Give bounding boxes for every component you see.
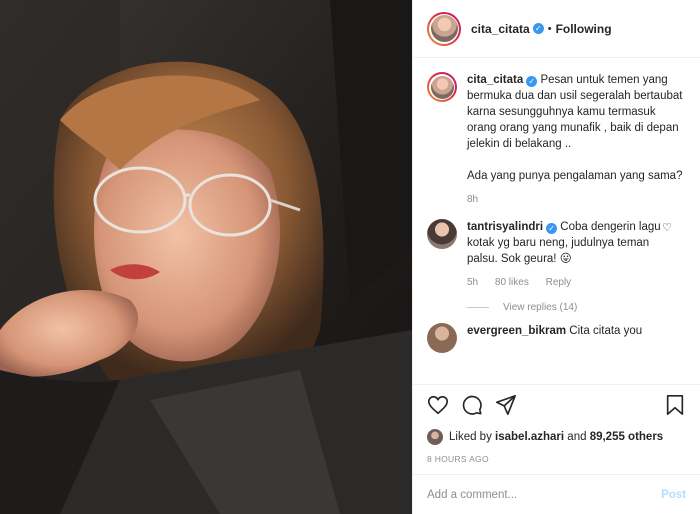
post-comment-button[interactable]: Post — [661, 489, 686, 501]
commenter-avatar[interactable] — [427, 219, 457, 249]
add-comment-input[interactable] — [427, 488, 662, 501]
separator-dot: • — [547, 22, 552, 35]
likes-joiner: and — [567, 431, 587, 443]
post-timestamp[interactable]: 8 HOURS AGO — [413, 450, 700, 474]
comment-icon[interactable] — [461, 394, 483, 416]
caption-author-avatar[interactable] — [427, 72, 457, 102]
comment-age[interactable]: 5h — [467, 277, 478, 288]
comment-reply-button[interactable]: Reply — [546, 277, 572, 288]
add-comment-bar: Post — [413, 474, 700, 514]
comment-item: evergreen_bikram Cita citata you — [427, 313, 686, 353]
commenter-avatar[interactable] — [427, 323, 457, 353]
verified-badge-icon: ✓ — [532, 23, 544, 34]
caption-body-2: Ada yang punya pengalaman yang sama? — [467, 170, 683, 182]
share-icon[interactable] — [495, 394, 517, 416]
comments-list[interactable]: cita_citata ✓ Pesan untuk temen yang berm… — [413, 58, 700, 384]
heart-icon[interactable] — [427, 394, 449, 416]
caption: cita_citata ✓ Pesan untuk temen yang berm… — [427, 58, 686, 205]
post-modal: cita_citata ✓ • Following cita_citata ✓ P… — [0, 0, 700, 514]
commenter-username[interactable]: evergreen_bikram — [467, 325, 566, 337]
post-header: cita_citata ✓ • Following — [413, 0, 700, 58]
commenter-username[interactable]: tantrisyalindri — [467, 221, 543, 233]
liker-avatar[interactable] — [427, 429, 443, 445]
verified-badge-icon: ✓ — [546, 223, 558, 234]
comment-meta: 5h 80 likes Reply — [467, 277, 668, 288]
author-username[interactable]: cita_citata — [471, 22, 530, 36]
caption-meta: 8h — [467, 194, 686, 205]
comment-text: evergreen_bikram Cita citata you — [467, 323, 642, 339]
comment-like-heart-icon[interactable]: ♡ — [662, 221, 672, 234]
post-photo-image — [0, 0, 412, 514]
liker-username[interactable]: isabel.azhari — [495, 431, 564, 443]
comment-likes[interactable]: 80 likes — [495, 277, 529, 288]
bookmark-icon[interactable] — [664, 394, 686, 416]
post-actions-bar — [413, 384, 700, 424]
following-button[interactable]: Following — [556, 22, 612, 36]
replies-divider — [467, 307, 489, 308]
likes-others[interactable]: 89,255 others — [590, 431, 664, 443]
caption-age[interactable]: 8h — [467, 194, 478, 205]
comment-body: Cita citata you — [569, 325, 643, 337]
view-replies-button[interactable]: View replies (14) — [467, 302, 686, 313]
likes-summary: Liked by isabel.azhari and 89,255 others — [413, 424, 700, 450]
post-details-panel: cita_citata ✓ • Following cita_citata ✓ P… — [412, 0, 700, 514]
author-avatar[interactable] — [427, 11, 461, 46]
caption-text: cita_citata ✓ Pesan untuk temen yang berm… — [467, 72, 686, 152]
comment-item: tantrisyalindri ✓ Coba dengerin lagu kota… — [427, 205, 686, 288]
verified-badge-icon: ✓ — [526, 76, 538, 87]
caption-author-username[interactable]: cita_citata — [467, 74, 523, 86]
likes-prefix: Liked by — [449, 431, 492, 443]
comment-text: tantrisyalindri ✓ Coba dengerin lagu kota… — [467, 219, 668, 267]
view-replies-label: View replies (14) — [503, 302, 578, 313]
post-photo[interactable] — [0, 0, 412, 514]
